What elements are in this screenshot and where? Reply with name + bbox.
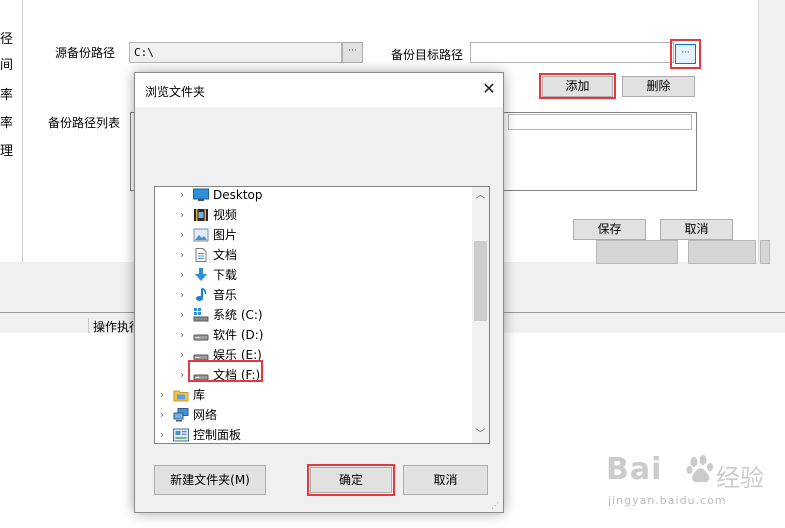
tree-item-label: 控制面板 xyxy=(193,428,242,442)
dialog-title: 浏览文件夹 xyxy=(145,85,206,99)
tree-item-label: 库 xyxy=(193,388,206,402)
tree-item-label: 音乐 xyxy=(213,288,238,302)
drive-icon xyxy=(193,328,209,342)
folder-tree[interactable]: › Desktop › 视频 › 图片 › 文档 › 下载 › 音乐 › 系统 (C:) › 软件 (D:) ›… xyxy=(154,186,490,444)
system-drive-icon xyxy=(193,308,209,322)
tree-item[interactable]: › 控制面板 xyxy=(155,425,473,443)
download-icon xyxy=(193,268,209,282)
tree-item-label: Desktop xyxy=(213,188,263,202)
tree-item[interactable]: › 文档 xyxy=(155,245,473,265)
backup-list-label: 备份路径列表 xyxy=(48,116,121,130)
save-button[interactable]: 保存 xyxy=(573,219,646,240)
video-icon xyxy=(193,208,209,222)
baidu-watermark: Bai 经验 jingyan.baidu.com xyxy=(606,452,781,512)
sidebar-label-fragment: 率 xyxy=(0,88,14,103)
desktop-icon xyxy=(193,188,209,202)
toolbar-button[interactable] xyxy=(760,240,770,264)
watermark-url: jingyan.baidu.com xyxy=(608,494,727,507)
library-icon xyxy=(173,388,189,402)
toolbar-button[interactable] xyxy=(596,240,678,264)
scroll-down-icon[interactable]: ﹀ xyxy=(472,426,489,443)
tree-item-label: 文档 xyxy=(213,248,238,262)
scroll-thumb[interactable] xyxy=(474,241,487,321)
new-folder-button[interactable]: 新建文件夹(M) xyxy=(154,465,266,495)
target-path-label: 备份目标路径 xyxy=(391,48,464,62)
sidebar-label-fragment: 径 xyxy=(0,32,14,47)
parent-window-edge xyxy=(758,0,785,262)
left-panel-separator xyxy=(22,0,23,262)
column-separator xyxy=(88,318,89,333)
tree-item[interactable]: › Desktop xyxy=(155,187,473,205)
chevron-right-icon[interactable]: › xyxy=(177,285,187,305)
close-icon[interactable]: ✕ xyxy=(479,79,499,99)
document-icon xyxy=(193,248,209,262)
sidebar-label-fragment: 率 xyxy=(0,116,14,131)
tree-item[interactable]: › 视频 xyxy=(155,205,473,225)
baidu-paw-icon xyxy=(686,455,713,483)
target-browse-button[interactable]: ··· xyxy=(675,44,696,64)
control-panel-icon xyxy=(173,428,189,442)
pictures-icon xyxy=(193,228,209,242)
chevron-right-icon[interactable]: › xyxy=(177,325,187,345)
chevron-right-icon[interactable]: › xyxy=(177,365,187,385)
delete-button[interactable]: 删除 xyxy=(622,76,695,97)
target-path-field[interactable] xyxy=(470,42,674,63)
chevron-right-icon[interactable]: › xyxy=(177,245,187,265)
add-button[interactable]: 添加 xyxy=(542,76,613,97)
list-header-cell xyxy=(508,114,692,130)
chevron-right-icon[interactable]: › xyxy=(157,385,167,405)
cancel-button[interactable]: 取消 xyxy=(660,219,733,240)
chevron-right-icon[interactable]: › xyxy=(177,345,187,365)
source-path-field[interactable]: C:\ xyxy=(129,42,342,63)
chevron-right-icon[interactable]: › xyxy=(177,225,187,245)
tree-item[interactable]: › 图片 xyxy=(155,225,473,245)
tree-item-label: 网络 xyxy=(193,408,218,422)
chevron-right-icon[interactable]: › xyxy=(177,265,187,285)
watermark-brand: Bai xyxy=(606,452,663,487)
network-icon xyxy=(173,408,189,422)
tree-scrollbar[interactable]: ︿ ﹀ xyxy=(472,187,489,443)
dialog-cancel-button[interactable]: 取消 xyxy=(403,465,488,495)
chevron-right-icon[interactable]: › xyxy=(177,205,187,225)
toolbar-button[interactable] xyxy=(688,240,756,264)
tree-item[interactable]: › 系统 (C:) xyxy=(155,305,473,325)
chevron-right-icon[interactable]: › xyxy=(157,425,167,443)
source-path-label: 源备份路径 xyxy=(55,46,116,60)
tree-item-label: 图片 xyxy=(213,228,238,242)
browse-folder-dialog: 浏览文件夹 ✕ › Desktop › 视频 › 图片 › 文档 › 下载 › 音乐 › 系统 (C:) ›… xyxy=(134,72,504,513)
tree-item[interactable]: › 软件 (D:) xyxy=(155,325,473,345)
tree-item[interactable]: › 库 xyxy=(155,385,473,405)
tree-item-label: 软件 (D:) xyxy=(213,328,264,342)
source-browse-button[interactable]: ··· xyxy=(342,42,363,63)
sidebar-label-fragment: 理 xyxy=(0,144,14,159)
tree-item[interactable]: › 下载 xyxy=(155,265,473,285)
resize-grip-icon[interactable]: ⋰ xyxy=(491,501,501,511)
chevron-right-icon[interactable]: › xyxy=(177,305,187,325)
sidebar-label-fragment: 间 xyxy=(0,58,14,73)
tree-item-label: 系统 (C:) xyxy=(213,308,263,322)
selected-folder-highlight xyxy=(188,360,263,382)
ok-button[interactable]: 确定 xyxy=(310,467,392,493)
tree-item[interactable]: › 音乐 xyxy=(155,285,473,305)
watermark-brand-cn: 经验 xyxy=(716,464,764,492)
music-icon xyxy=(193,287,209,302)
scroll-up-icon[interactable]: ︿ xyxy=(472,187,489,204)
chevron-right-icon[interactable]: › xyxy=(177,187,187,205)
tree-item[interactable]: › 网络 xyxy=(155,405,473,425)
tree-item-label: 下载 xyxy=(213,268,238,282)
chevron-right-icon[interactable]: › xyxy=(157,405,167,425)
tree-item-label: 视频 xyxy=(213,208,238,222)
